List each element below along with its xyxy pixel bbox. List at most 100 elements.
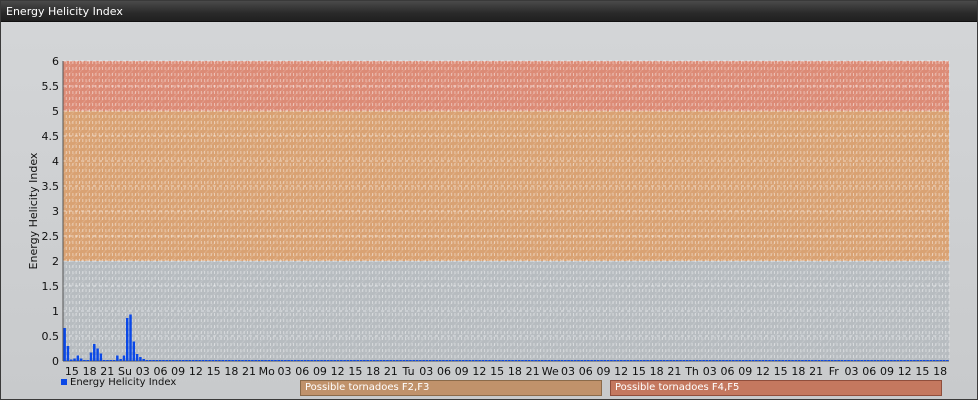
bar <box>264 360 267 361</box>
x-tick-label: 06 <box>862 365 876 378</box>
bar <box>643 360 646 361</box>
bar <box>478 360 481 361</box>
y-tick-label: 1.5 <box>42 280 60 293</box>
x-tick-label: 09 <box>455 365 469 378</box>
bar <box>76 355 80 361</box>
bar <box>593 360 597 361</box>
bar <box>738 360 742 361</box>
bar <box>237 360 241 361</box>
bar <box>251 360 254 361</box>
bar <box>73 358 76 361</box>
bar <box>573 360 577 361</box>
y-tick-label: 4.5 <box>42 130 60 143</box>
bar <box>320 360 323 361</box>
x-tick-label: 12 <box>898 365 912 378</box>
bar <box>369 360 373 361</box>
bar <box>764 360 768 361</box>
bar <box>313 360 317 361</box>
x-tick-label: 15 <box>490 365 504 378</box>
bar <box>241 360 244 361</box>
bar <box>178 360 182 361</box>
bar <box>267 360 271 361</box>
bar <box>261 360 264 361</box>
bar <box>923 360 926 361</box>
bar <box>508 360 511 361</box>
bar <box>419 360 422 361</box>
bar <box>788 360 791 361</box>
bar <box>639 360 643 361</box>
bar <box>932 360 936 361</box>
bar <box>876 360 880 361</box>
y-tick-label: 3.5 <box>42 180 60 193</box>
bar <box>679 360 682 361</box>
bar <box>811 360 814 361</box>
bar <box>672 360 676 361</box>
bar <box>695 360 699 361</box>
bar <box>741 360 745 361</box>
bar <box>63 328 66 361</box>
bar <box>534 360 537 361</box>
bar <box>629 360 633 361</box>
bar <box>257 360 261 361</box>
x-tick-label: Mo <box>259 365 275 378</box>
bar <box>600 360 603 361</box>
bar <box>817 360 821 361</box>
bar <box>837 360 840 361</box>
bar <box>310 360 313 361</box>
bar <box>386 360 389 361</box>
bar <box>715 360 719 361</box>
bar <box>659 360 663 361</box>
bar <box>708 360 712 361</box>
bar <box>692 360 695 361</box>
bar <box>863 360 867 361</box>
band-label-f4-f5: Possible tornadoes F4,F5 <box>610 380 942 396</box>
bar <box>211 360 215 361</box>
bar <box>587 360 590 361</box>
bar <box>353 360 356 361</box>
x-tick-label: 12 <box>331 365 345 378</box>
bar <box>109 360 113 361</box>
bar <box>656 360 659 361</box>
bar <box>422 360 425 361</box>
x-tick-label: 18 <box>224 365 238 378</box>
bar <box>392 360 396 361</box>
bar <box>488 360 491 361</box>
bar <box>300 360 304 361</box>
bar <box>83 360 86 361</box>
bar <box>596 360 600 361</box>
bar <box>814 360 817 361</box>
bar <box>916 360 919 361</box>
bar <box>867 360 870 361</box>
bar <box>705 360 709 361</box>
y-tick-label: 0 <box>52 355 59 368</box>
bar <box>181 360 185 361</box>
bar <box>613 360 616 361</box>
x-tick-label: 15 <box>632 365 646 378</box>
bar <box>853 360 857 361</box>
bar <box>132 341 136 361</box>
x-tick-label: 03 <box>561 365 575 378</box>
bar <box>415 360 419 361</box>
x-tick-label: 03 <box>703 365 717 378</box>
bar <box>936 360 939 361</box>
bar <box>270 360 274 361</box>
bar <box>570 360 574 361</box>
bar <box>277 360 280 361</box>
bar <box>666 360 669 361</box>
bar <box>122 355 126 361</box>
bar <box>201 360 205 361</box>
bar <box>461 360 465 361</box>
x-tick-label: 03 <box>278 365 292 378</box>
x-tick-label: 15 <box>348 365 362 378</box>
bar <box>99 353 103 361</box>
bar <box>577 360 580 361</box>
x-tick-label: 09 <box>596 365 610 378</box>
bar <box>873 360 877 361</box>
bar <box>557 360 560 361</box>
x-tick-label: 12 <box>614 365 628 378</box>
x-tick-label: 18 <box>366 365 380 378</box>
x-tick-label: 12 <box>756 365 770 378</box>
bar <box>834 360 837 361</box>
bar <box>185 360 188 361</box>
bar <box>412 360 416 361</box>
